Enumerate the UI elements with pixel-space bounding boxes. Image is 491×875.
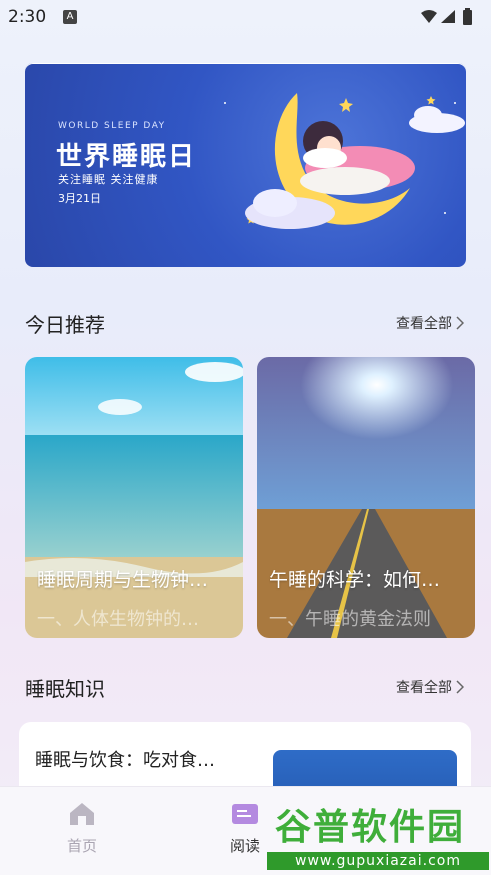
banner-subtitle: 关注睡眠 关注健康 [58,173,159,186]
notification-icon: A [63,10,77,24]
knowledge-section-header: 睡眠知识 查看全部 [25,673,466,703]
moon-girl-sleeping-icon [224,93,465,229]
chevron-right-icon [456,680,464,694]
watermark-cn: 谷普软件园 [275,807,466,848]
nav-item-home[interactable]: 首页 [42,801,122,856]
world-sleep-day-banner[interactable]: WORLD SLEEP DAY 世界睡眠日 关注睡眠 关注健康 3月21日 [25,63,466,267]
home-icon [70,803,94,825]
rec-card-sleep-cycle[interactable]: 睡眠周期与生物钟… 一、人体生物钟的… [25,357,243,638]
rec-card-subtitle: 一、人体生物钟的… [37,609,199,630]
rec-card-nap-science[interactable]: 午睡的科学：如何… 一、午睡的黄金法则 [257,357,475,638]
wifi-icon [421,10,437,23]
today-see-all-button[interactable]: 查看全部 [396,313,464,333]
today-section-header: 今日推荐 查看全部 [25,309,466,339]
nav-label-home: 首页 [66,837,97,855]
see-all-label: 查看全部 [396,680,452,696]
watermark-logo: 谷普软件园 www.gupuxiazai.com [267,798,489,872]
rec-card-subtitle: 一、午睡的黄金法则 [269,609,431,630]
knowledge-see-all-button[interactable]: 查看全部 [396,677,464,697]
status-time: 2:30 [8,7,47,27]
battery-icon [463,8,472,25]
status-bar: 2:30 A [0,0,491,34]
book-icon [232,804,258,824]
chevron-right-icon [456,316,464,330]
banner-date: 3月21日 [58,192,101,205]
knowledge-section-title: 睡眠知识 [25,677,105,701]
banner-title: 世界睡眠日 [56,142,197,172]
beach-image [25,357,243,638]
watermark-url: www.gupuxiazai.com [267,852,489,870]
see-all-label: 查看全部 [396,316,452,332]
road-sun-image [257,357,475,638]
banner-en-text: WORLD SLEEP DAY [58,121,166,131]
rec-card-title: 睡眠周期与生物钟… [37,569,209,591]
status-icons [419,8,479,30]
signal-icon [441,10,455,23]
today-section-title: 今日推荐 [25,313,105,337]
rec-card-title: 午睡的科学：如何… [269,569,441,591]
knowledge-card-title: 睡眠与饮食：吃对食… [35,750,215,771]
